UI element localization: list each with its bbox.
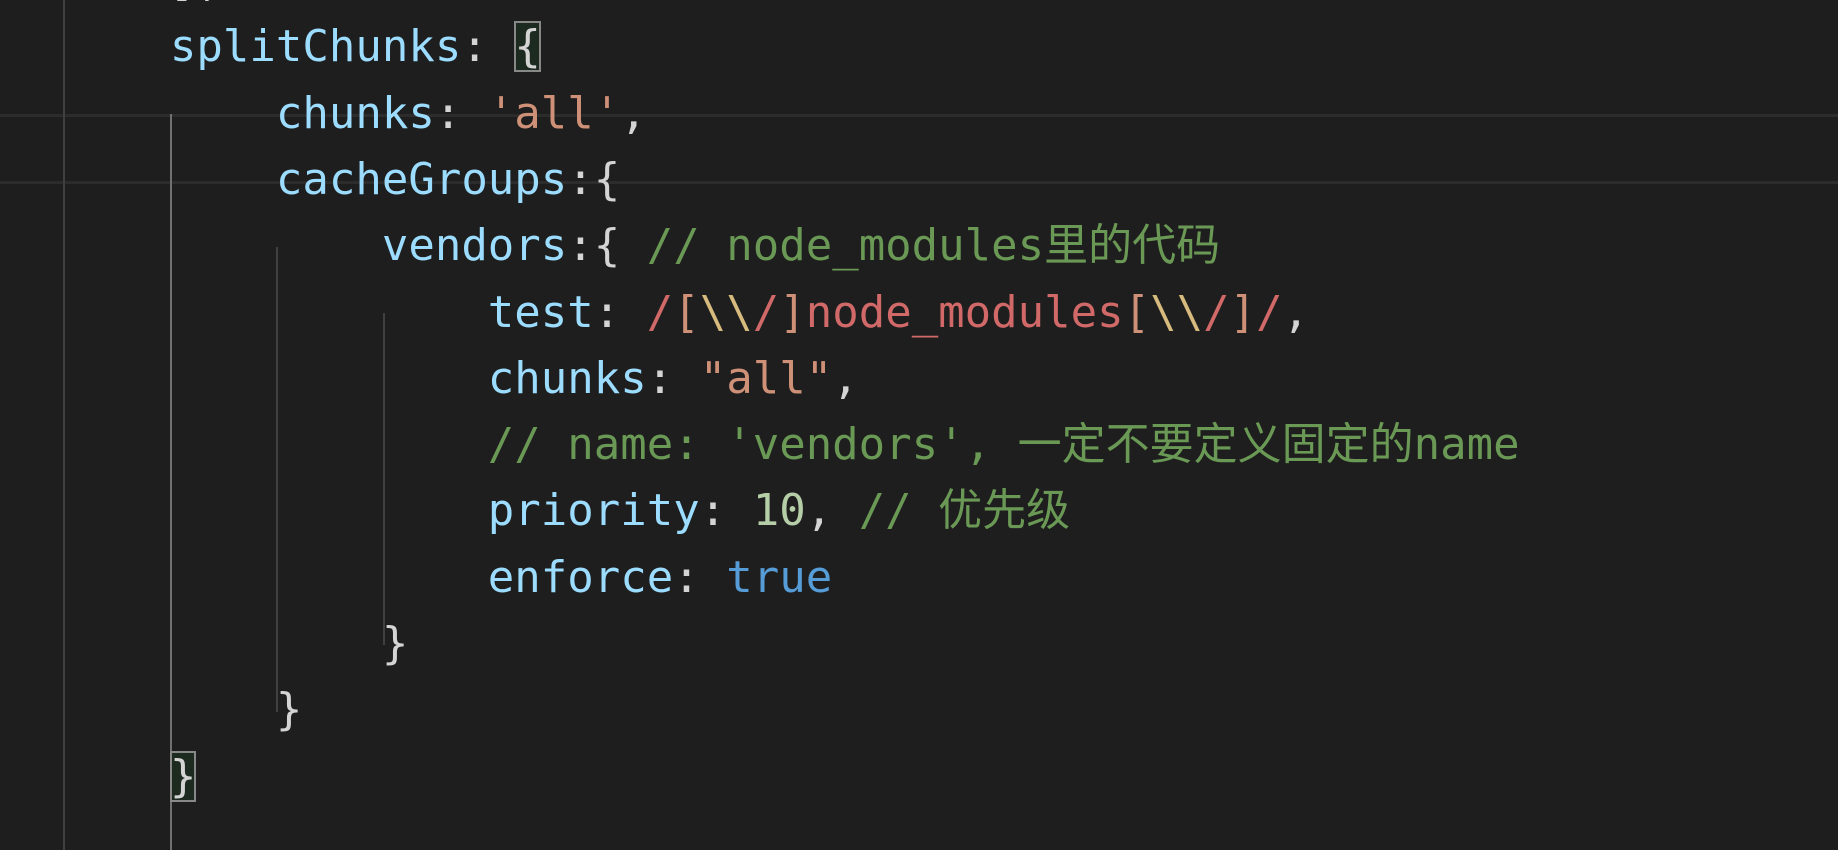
token-punct: , [805, 485, 859, 537]
token-punct: , [832, 352, 859, 404]
token-key: test [0, 286, 594, 338]
token-punct: :{ [567, 220, 647, 272]
token-regex-class: [ [673, 286, 700, 338]
code-line[interactable]: vendors:{ // node_modules里的代码 [0, 213, 1220, 279]
token-punct: : [699, 485, 753, 537]
token-punct: } [275, 684, 303, 736]
token-bracket-match: } [169, 750, 197, 802]
token-regex-escape: \\ [1150, 286, 1204, 338]
code-line[interactable]: // name: 'vendors', 一定不要定义固定的name [0, 412, 1520, 478]
token-regex: / [1203, 286, 1230, 338]
token-regex: node_modules [805, 286, 1124, 338]
token-key: vendors [0, 220, 568, 272]
code-line[interactable]: } [0, 744, 197, 810]
code-line[interactable]: splitChunks: { [0, 14, 541, 80]
token-comment: // name: 'vendors', 一定不要定义固定的name [0, 419, 1520, 471]
code-line[interactable]: chunks: "all", [0, 346, 859, 412]
token-key: enforce [0, 551, 674, 603]
token-bool: true [726, 551, 833, 603]
token-string: "all" [699, 352, 833, 404]
token-key: chunks [0, 352, 647, 404]
token-punct: , [1282, 286, 1310, 338]
code-line[interactable]: chunks: 'all', [0, 81, 647, 147]
code-line[interactable]: enforce: true [0, 545, 832, 611]
token-string: 'all' [487, 87, 621, 139]
token-regex: / [1256, 286, 1283, 338]
token-regex-class: ] [1229, 286, 1257, 338]
token-comment: // 优先级 [858, 485, 1071, 537]
token-punct: ], [0, 0, 223, 6]
token-key: priority [0, 485, 700, 537]
code-line[interactable]: cacheGroups:{ [0, 147, 620, 213]
token-punct [0, 751, 170, 802]
token-key: chunks [0, 87, 435, 139]
token-regex-class: [ [1123, 286, 1151, 338]
token-regex: / [752, 286, 780, 338]
token-number: 10 [752, 485, 806, 537]
token-key: cacheGroups [0, 153, 568, 205]
code-line[interactable]: } [0, 611, 409, 677]
token-punct: : [673, 551, 727, 603]
token-regex: / [646, 286, 674, 338]
token-punct: : [646, 352, 700, 404]
code-line[interactable]: test: /[\\/]node_modules[\\/]/, [0, 280, 1309, 346]
token-bracket-match: { [514, 21, 541, 73]
token-punct: : [434, 87, 488, 139]
token-punct: : [461, 21, 515, 73]
token-punct: :{ [567, 153, 621, 205]
token-key: splitChunks [0, 21, 462, 73]
token-punct: : [593, 286, 647, 338]
token-punct: } [0, 618, 409, 669]
code-line[interactable]: ], [0, 0, 223, 14]
token-regex-escape: \\ [699, 286, 753, 338]
code-line[interactable]: } [0, 677, 303, 743]
token-punct: , [620, 87, 647, 139]
token-regex-class: ] [779, 286, 806, 338]
token-comment: // node_modules里的代码 [646, 220, 1221, 272]
code-editor[interactable]: ], splitChunks: { chunks: 'all', cacheGr… [0, 0, 1838, 850]
code-line[interactable]: priority: 10, // 优先级 [0, 478, 1070, 544]
